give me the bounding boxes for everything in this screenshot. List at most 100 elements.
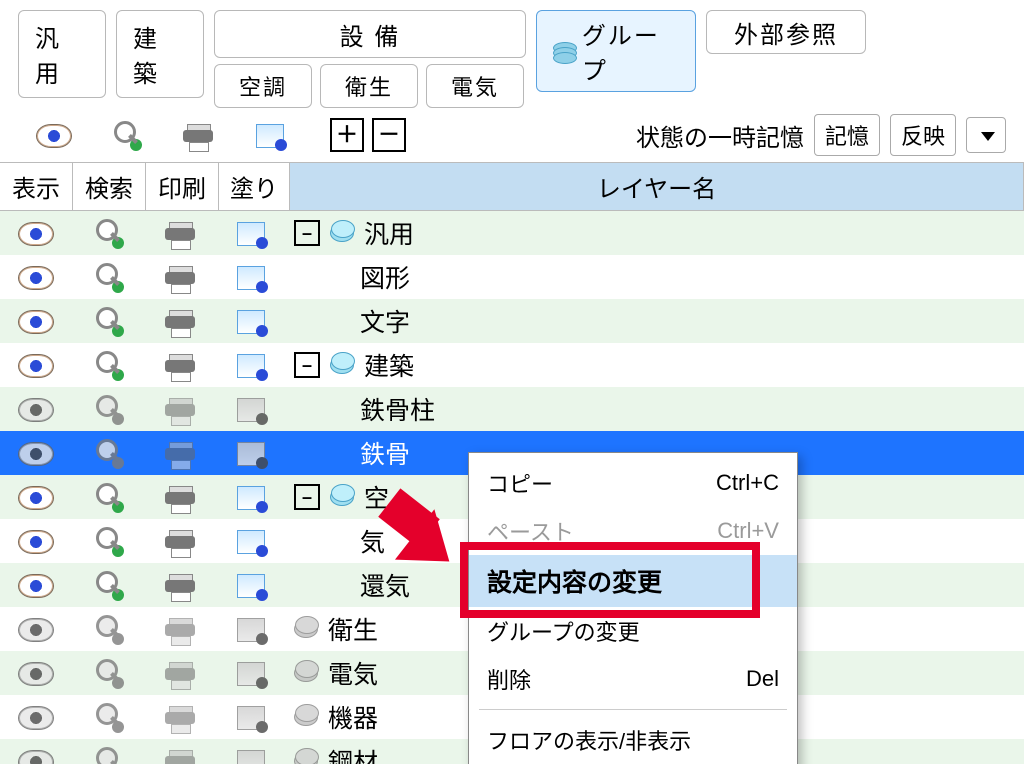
print-icon[interactable]: [165, 706, 195, 730]
cell-print[interactable]: [144, 352, 216, 378]
cell-print[interactable]: [144, 748, 216, 764]
cell-name[interactable]: –建築: [286, 347, 1024, 383]
cell-print[interactable]: [144, 396, 216, 422]
print-icon[interactable]: [165, 750, 195, 764]
cell-search[interactable]: [72, 703, 144, 731]
eye-icon[interactable]: [18, 618, 54, 642]
menu-floor-visibility[interactable]: フロアの表示/非表示: [469, 716, 797, 764]
print-icon[interactable]: [165, 530, 195, 554]
col-display[interactable]: 表示: [0, 163, 73, 210]
fill-icon[interactable]: [237, 750, 265, 764]
cell-search[interactable]: [72, 659, 144, 687]
cell-print[interactable]: [144, 572, 216, 598]
cell-display[interactable]: [0, 660, 72, 686]
table-row[interactable]: –建築: [0, 343, 1024, 387]
cell-display[interactable]: [0, 748, 72, 764]
fill-icon[interactable]: [237, 398, 265, 422]
eye-icon[interactable]: [36, 124, 72, 148]
cell-search[interactable]: [72, 439, 144, 467]
col-print[interactable]: 印刷: [146, 163, 219, 210]
search-icon[interactable]: [112, 121, 140, 149]
print-icon[interactable]: [165, 574, 195, 598]
search-icon[interactable]: [94, 659, 122, 687]
btn-group[interactable]: グループ: [536, 10, 696, 92]
cell-fill[interactable]: [216, 748, 286, 764]
fill-icon[interactable]: [237, 530, 265, 554]
cell-display[interactable]: [0, 704, 72, 730]
menu-copy[interactable]: コピー Ctrl+C: [469, 459, 797, 507]
store-button[interactable]: 記憶: [814, 114, 880, 156]
search-icon[interactable]: [94, 703, 122, 731]
fill-icon[interactable]: [237, 354, 265, 378]
cell-display[interactable]: [0, 396, 72, 422]
print-icon[interactable]: [165, 310, 195, 334]
cell-display[interactable]: [0, 220, 72, 246]
col-fill[interactable]: 塗り: [219, 163, 290, 210]
cell-search[interactable]: [72, 351, 144, 379]
cell-display[interactable]: [0, 308, 72, 334]
fill-icon[interactable]: [237, 442, 265, 466]
print-icon[interactable]: [183, 124, 213, 148]
fill-icon[interactable]: [237, 706, 265, 730]
print-icon[interactable]: [165, 486, 195, 510]
menu-delete[interactable]: 削除 Del: [469, 655, 797, 703]
cell-print[interactable]: [144, 308, 216, 334]
cell-display[interactable]: [0, 352, 72, 378]
cell-print[interactable]: [144, 704, 216, 730]
fill-icon[interactable]: [237, 222, 265, 246]
cell-search[interactable]: [72, 263, 144, 291]
cell-display[interactable]: [0, 616, 72, 642]
search-icon[interactable]: [94, 263, 122, 291]
eye-icon[interactable]: [18, 706, 54, 730]
cell-print[interactable]: [144, 660, 216, 686]
eye-icon[interactable]: [18, 266, 54, 290]
cell-fill[interactable]: [216, 352, 286, 378]
cell-display[interactable]: [0, 484, 72, 510]
eye-icon[interactable]: [18, 750, 54, 764]
table-row[interactable]: 文字: [0, 299, 1024, 343]
menu-change-group[interactable]: グループの変更: [469, 607, 797, 655]
fill-icon[interactable]: [237, 266, 265, 290]
collapse-icon[interactable]: –: [294, 220, 320, 246]
cell-print[interactable]: [144, 616, 216, 642]
eye-icon[interactable]: [18, 222, 54, 246]
search-icon[interactable]: [94, 395, 122, 423]
cell-fill[interactable]: [216, 572, 286, 598]
fill-icon[interactable]: [237, 310, 265, 334]
search-icon[interactable]: [94, 439, 122, 467]
cell-print[interactable]: [144, 440, 216, 466]
fill-icon[interactable]: [237, 662, 265, 686]
print-icon[interactable]: [165, 618, 195, 642]
cell-print[interactable]: [144, 484, 216, 510]
table-row[interactable]: 鉄骨柱: [0, 387, 1024, 431]
btn-architecture[interactable]: 建 築: [116, 10, 204, 98]
cell-search[interactable]: [72, 527, 144, 555]
col-search[interactable]: 検索: [73, 163, 146, 210]
cell-fill[interactable]: [216, 264, 286, 290]
cell-name[interactable]: 鉄骨柱: [286, 391, 1024, 427]
cell-name[interactable]: 文字: [286, 303, 1024, 339]
fill-icon[interactable]: [237, 574, 265, 598]
cell-display[interactable]: [0, 264, 72, 290]
expand-all-button[interactable]: ＋: [330, 118, 364, 152]
search-icon[interactable]: [94, 527, 122, 555]
search-icon[interactable]: [94, 615, 122, 643]
cell-name[interactable]: –汎用: [286, 215, 1024, 251]
cell-fill[interactable]: [216, 616, 286, 642]
print-icon[interactable]: [165, 398, 195, 422]
btn-sanitary[interactable]: 衛生: [320, 64, 418, 108]
print-icon[interactable]: [165, 222, 195, 246]
btn-equipment[interactable]: 設 備: [214, 10, 526, 58]
cell-display[interactable]: [0, 440, 72, 466]
collapse-icon[interactable]: –: [294, 352, 320, 378]
search-icon[interactable]: [94, 351, 122, 379]
eye-icon[interactable]: [18, 354, 54, 378]
cell-search[interactable]: [72, 307, 144, 335]
cell-fill[interactable]: [216, 528, 286, 554]
cell-print[interactable]: [144, 528, 216, 554]
search-icon[interactable]: [94, 747, 122, 764]
col-layer-name[interactable]: レイヤー名: [290, 163, 1024, 210]
cell-fill[interactable]: [216, 308, 286, 334]
print-icon[interactable]: [165, 442, 195, 466]
eye-icon[interactable]: [18, 398, 54, 422]
